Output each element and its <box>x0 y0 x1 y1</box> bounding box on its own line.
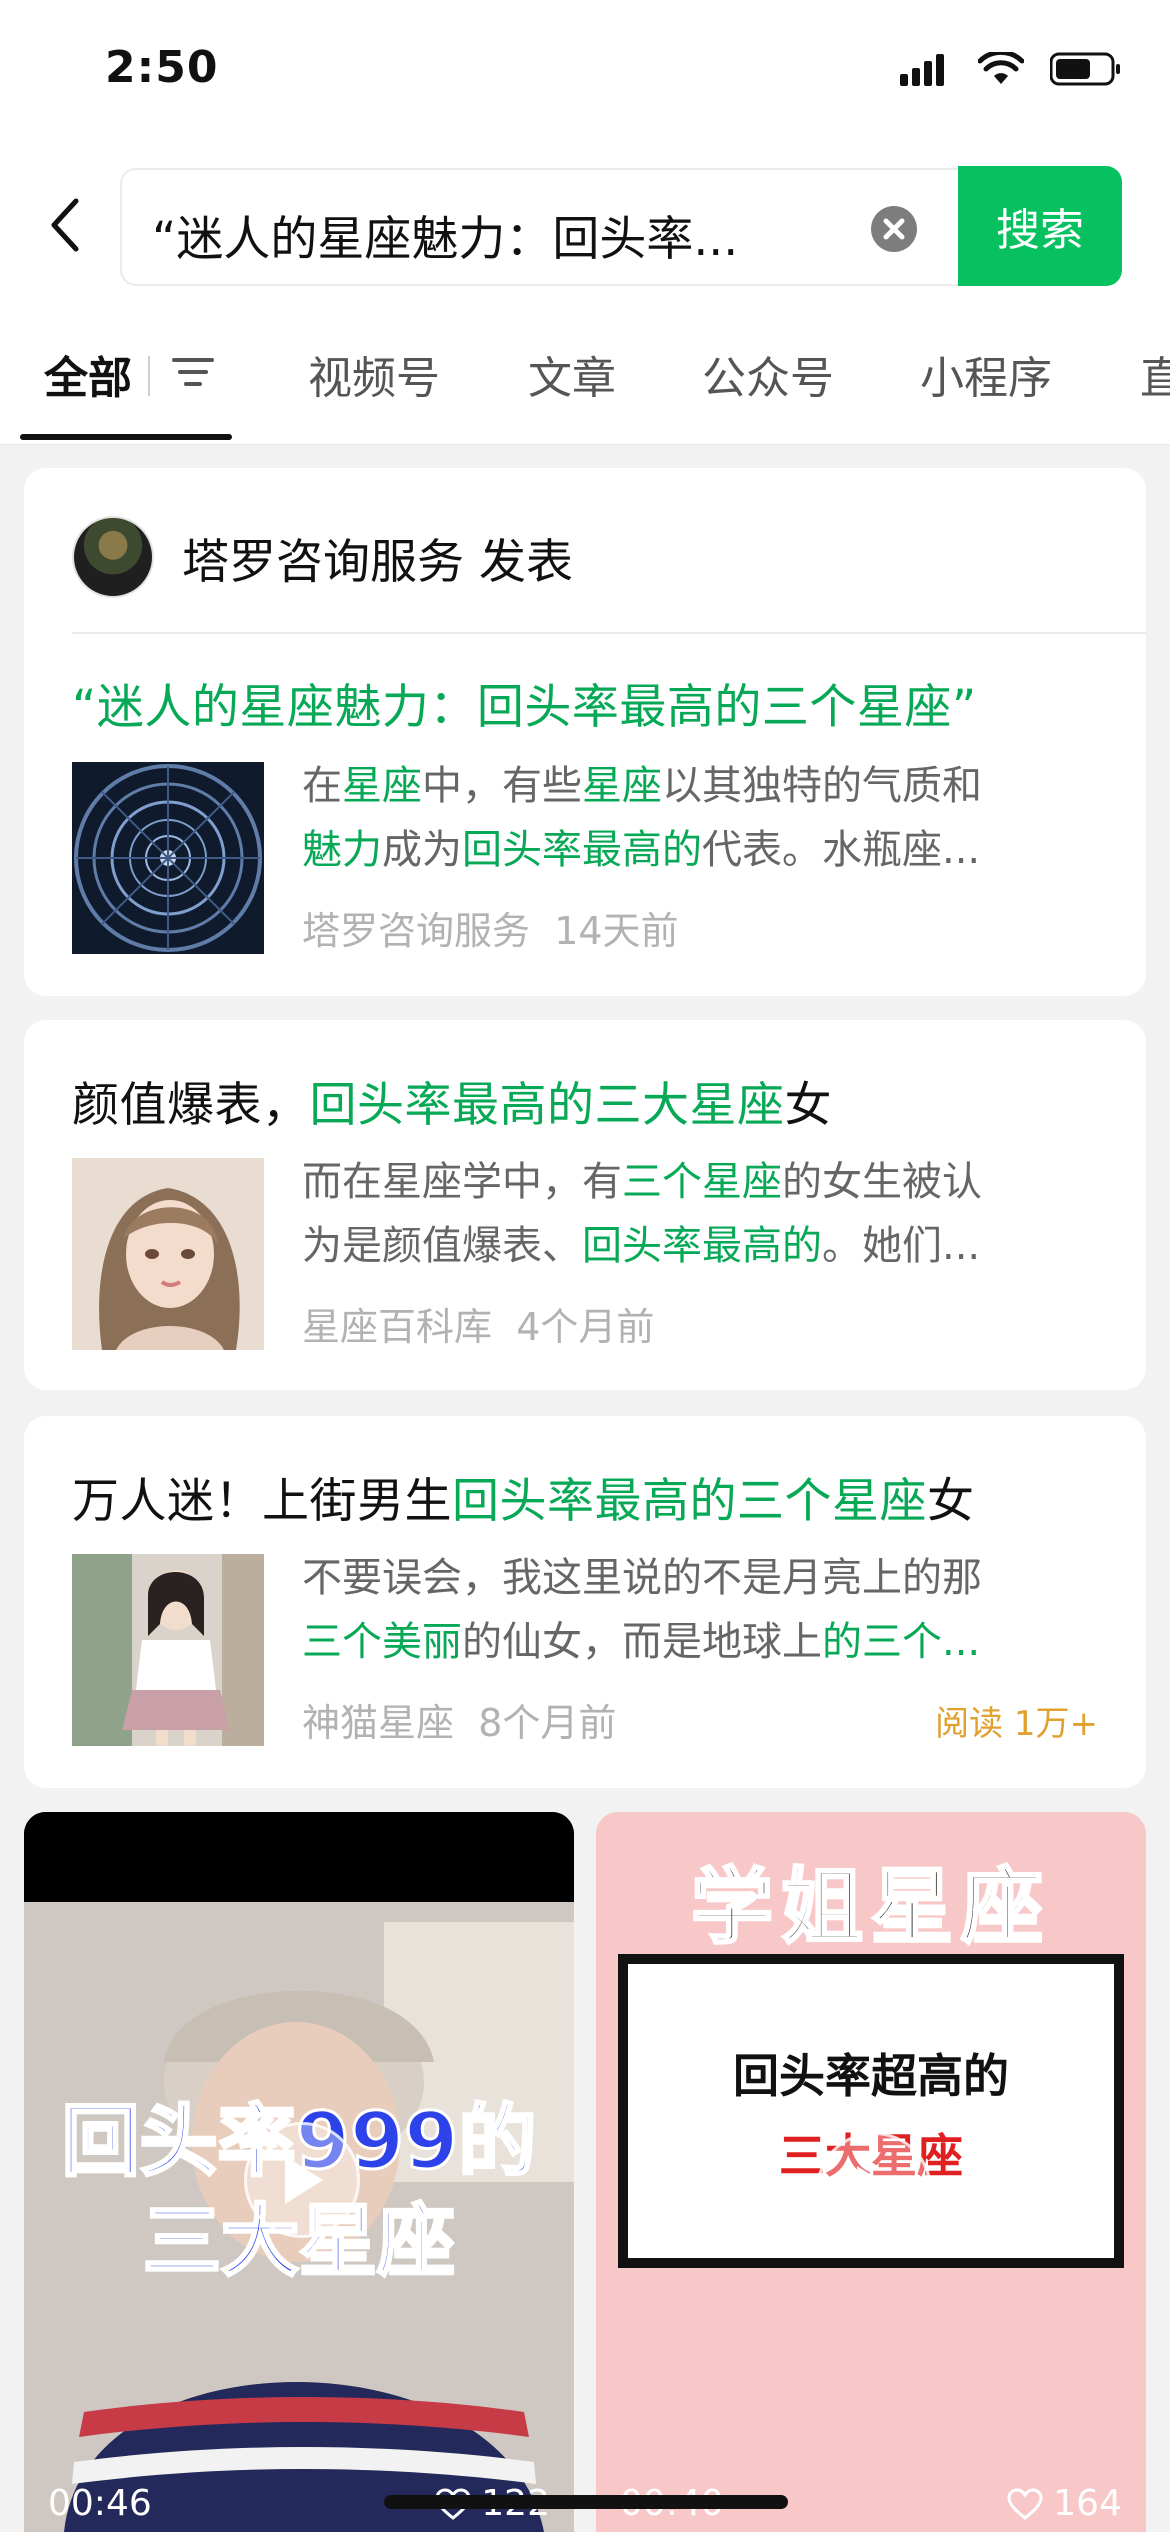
article-snippet: 而在星座学中，有三个星座的女生被认 为是颜值爆表、回头率最高的。她们... <box>302 1159 982 1269</box>
battery-icon <box>1050 52 1120 86</box>
read-count: 阅读 1万+ <box>935 1704 1098 1744</box>
search-input[interactable]: “迷人的星座魅力：回头率... <box>120 168 960 286</box>
article-result-card[interactable]: 颜值爆表，回头率最高的三大星座女 而在星座学中，有三个星座的女生被认 为是颜值爆… <box>24 1020 1146 1390</box>
video-result-card[interactable]: 回头率999的 三大星座 00:46 122 <box>24 1812 574 2532</box>
article-title[interactable]: 万人迷！上街男生回头率最高的三个星座女 <box>72 1462 975 1531</box>
publish-time: 14天前 <box>554 909 679 953</box>
article-thumbnail[interactable] <box>72 1158 264 1350</box>
back-arrow-icon[interactable] <box>40 195 100 255</box>
heart-icon <box>1007 2487 1043 2520</box>
status-bar: 2:50 <box>0 0 1170 150</box>
tab-live[interactable]: 直 <box>1140 342 1170 406</box>
article-snippet: 不要误会，我这里说的不是月亮上的那 三个美丽的仙女，而是地球上的三个... <box>302 1555 982 1665</box>
tab-mini-programs[interactable]: 小程序 <box>920 342 1052 406</box>
tab-official-accounts[interactable]: 公众号 <box>702 342 834 406</box>
clear-icon[interactable] <box>870 205 918 253</box>
source-name: 塔罗咨询服务 <box>302 909 531 953</box>
article-result-card[interactable]: 塔罗咨询服务 发表 “迷人的星座魅力：回头率最高的三个星座” 在星座中，有些星座… <box>24 468 1146 996</box>
divider <box>72 632 1146 634</box>
girl-portrait-image <box>72 1158 264 1350</box>
article-title[interactable]: “迷人的星座魅力：回头率最高的三个星座” <box>72 668 977 737</box>
like-count: 164 <box>1007 2483 1122 2524</box>
play-icon <box>285 2156 323 2204</box>
tab-channels[interactable]: 视频号 <box>308 342 440 406</box>
video-header-text: 学姐星座 <box>689 1859 1051 1957</box>
video-duration: 00:46 <box>48 2483 152 2524</box>
search-button[interactable]: 搜索 <box>958 166 1122 286</box>
article-result-card[interactable]: 万人迷！上街男生回头率最高的三个星座女 不要误会，我这里说的不是月亮上的那 三个… <box>24 1416 1146 1788</box>
wifi-icon <box>978 52 1024 84</box>
video-result-card[interactable]: 学姐星座 回头率超高的 三大星座 00:40 164 <box>596 1812 1146 2532</box>
play-icon <box>857 2166 895 2214</box>
video-card-line1: 回头率超高的 <box>733 2049 1009 2103</box>
tab-articles[interactable]: 文章 <box>528 342 616 406</box>
publish-time: 8个月前 <box>478 1701 617 1745</box>
play-button[interactable] <box>244 2122 360 2238</box>
search-query-text: “迷人的星座魅力：回头率... <box>152 212 739 267</box>
article-title[interactable]: 颜值爆表，回头率最高的三大星座女 <box>72 1066 832 1135</box>
girl-photo-image <box>72 1554 264 1746</box>
filter-icon[interactable] <box>170 352 216 392</box>
tab-divider <box>148 356 150 396</box>
search-bar-row: “迷人的星座魅力：回头率... 搜索 <box>0 150 1170 300</box>
article-meta: 神猫星座 8个月前 <box>302 1692 616 1747</box>
article-thumbnail[interactable] <box>72 762 264 954</box>
source-name: 神猫星座 <box>302 1701 455 1745</box>
home-indicator[interactable] <box>384 2495 788 2509</box>
author-name[interactable]: 塔罗咨询服务 发表 <box>182 523 573 592</box>
filter-tabs: 全部 视频号 文章 公众号 小程序 直 <box>0 300 1170 445</box>
cellular-signal-icon <box>900 54 944 86</box>
avatar[interactable] <box>72 516 154 598</box>
article-meta: 塔罗咨询服务 14天前 <box>302 900 679 955</box>
status-time: 2:50 <box>105 42 219 93</box>
article-snippet: 在星座中，有些星座以其独特的气质和 魅力成为回头率最高的代表。水瓶座... <box>302 763 982 873</box>
article-thumbnail[interactable] <box>72 1554 264 1746</box>
article-meta: 星座百科库 4个月前 <box>302 1296 654 1351</box>
publish-time: 4个月前 <box>516 1305 655 1349</box>
play-button[interactable] <box>816 2132 932 2248</box>
active-tab-indicator <box>20 434 232 440</box>
source-name: 星座百科库 <box>302 1305 493 1349</box>
tab-all[interactable]: 全部 <box>44 342 132 406</box>
zodiac-wheel-image <box>72 762 264 954</box>
